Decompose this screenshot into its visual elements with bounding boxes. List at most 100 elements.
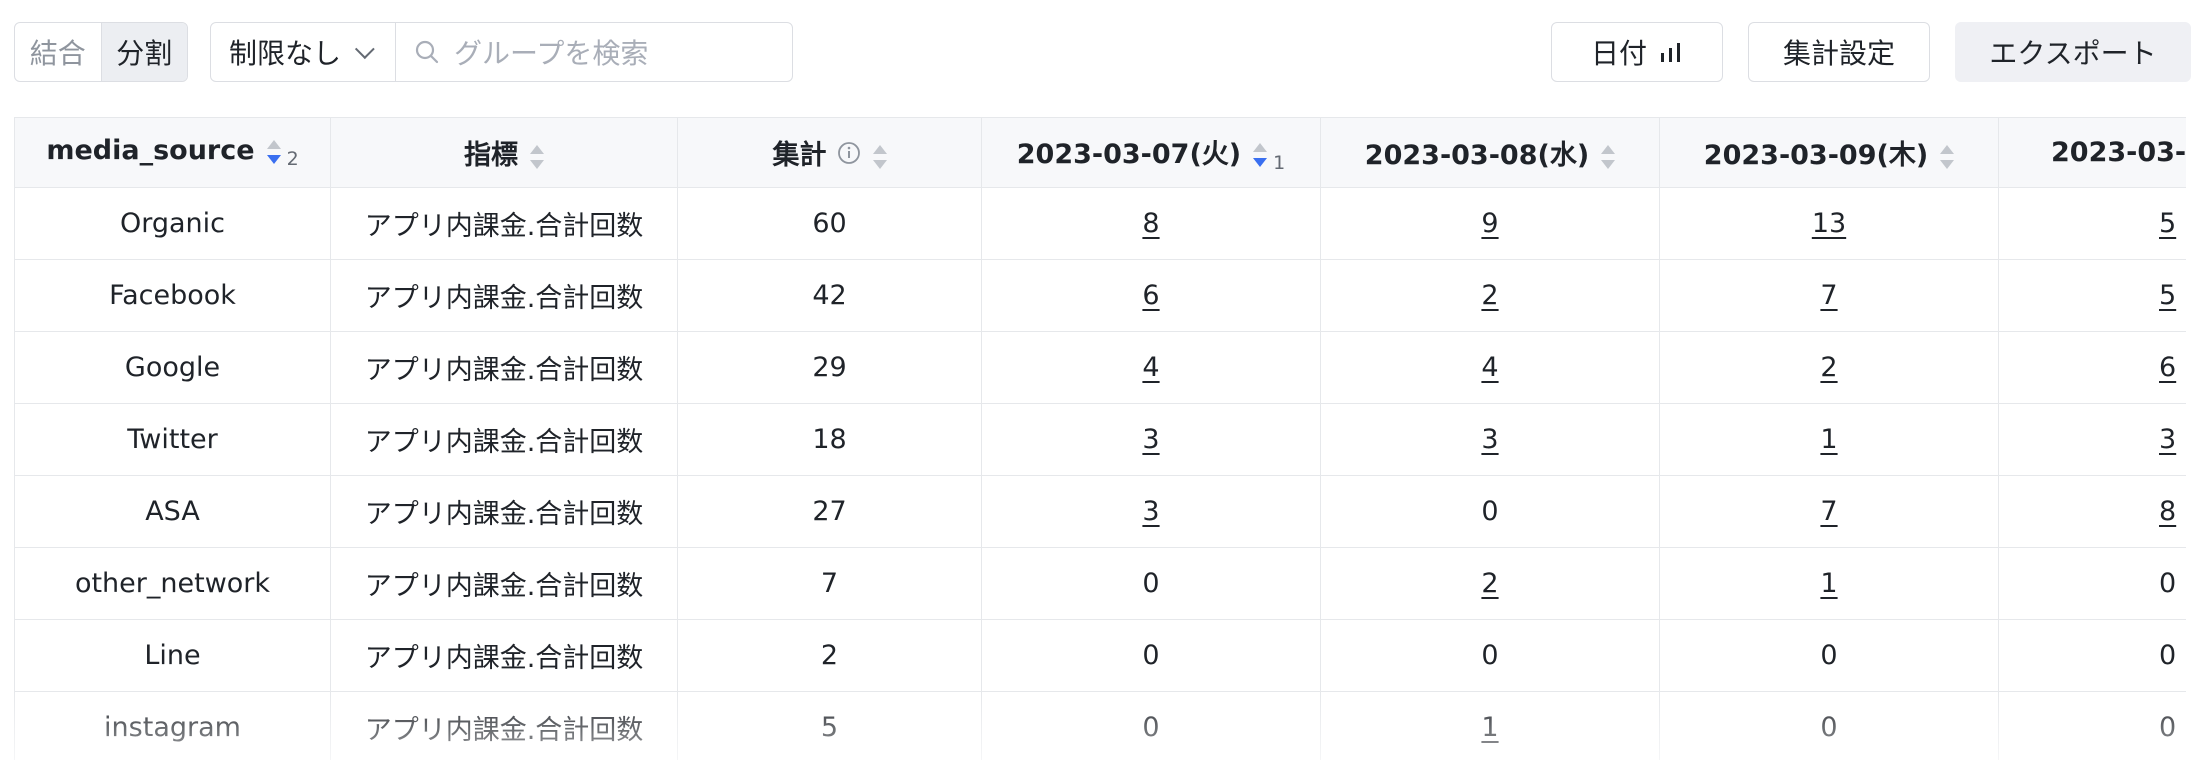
split-tab[interactable]: 分割 — [100, 23, 187, 81]
cell-link[interactable]: 4 — [1142, 352, 1159, 383]
cell-value: 29 — [812, 352, 847, 383]
cell-date-3[interactable]: 1 — [1659, 547, 1999, 620]
cell-total: 27 — [677, 475, 982, 548]
column-header-total[interactable]: 集計 — [677, 117, 982, 188]
bar-chart-icon — [1661, 43, 1680, 62]
cell-date-2: 0 — [1320, 619, 1660, 692]
cell-value: 60 — [812, 208, 847, 239]
sort-icon[interactable] — [1601, 143, 1616, 171]
cell-link[interactable]: 5 — [2159, 208, 2176, 239]
cell-total: 2 — [677, 619, 982, 692]
cell-date-3[interactable]: 7 — [1659, 475, 1999, 548]
cell-link[interactable]: 9 — [1481, 208, 1498, 239]
cell-total: 42 — [677, 259, 982, 332]
cell-value: 5 — [820, 712, 839, 743]
table-row: Line アプリ内課金.合計回数 2 0 0 0 0 — [14, 619, 2186, 692]
group-search-input[interactable]: グループを検索 — [395, 22, 793, 82]
cell-metric: アプリ内課金.合計回数 — [330, 187, 678, 260]
cell-date-1[interactable]: 3 — [981, 475, 1321, 548]
cell-date-3[interactable]: 7 — [1659, 259, 1999, 332]
cell-date-4[interactable]: 8 — [1998, 475, 2186, 548]
table-row: other_network アプリ内課金.合計回数 7 0 2 1 0 — [14, 547, 2186, 620]
column-header-date-2[interactable]: 2023-03-08(水) — [1320, 117, 1660, 188]
cell-date-1: 0 — [981, 691, 1321, 760]
export-button[interactable]: エクスポート — [1955, 22, 2191, 82]
cell-date-3: 0 — [1659, 691, 1999, 760]
cell-value: アプリ内課金.合計回数 — [364, 283, 644, 314]
table-row: ASA アプリ内課金.合計回数 27 3 0 7 8 — [14, 475, 2186, 548]
table-row: Twitter アプリ内課金.合計回数 18 3 3 1 3 — [14, 403, 2186, 476]
cell-date-3[interactable]: 1 — [1659, 403, 1999, 476]
cell-link[interactable]: 4 — [1481, 352, 1498, 383]
merge-tab[interactable]: 結合 — [15, 23, 101, 81]
cell-date-2[interactable]: 2 — [1320, 547, 1660, 620]
cell-link[interactable]: 3 — [2159, 424, 2176, 455]
cell-media-source: Facebook — [14, 259, 331, 332]
cell-value: アプリ内課金.合計回数 — [364, 715, 644, 746]
cell-link[interactable]: 6 — [2159, 352, 2176, 383]
cell-link[interactable]: 8 — [1142, 208, 1159, 239]
cell-date-3[interactable]: 13 — [1659, 187, 1999, 260]
cell-date-1[interactable]: 6 — [981, 259, 1321, 332]
cell-total: 29 — [677, 331, 982, 404]
cell-link[interactable]: 3 — [1142, 424, 1159, 455]
cell-link[interactable]: 13 — [1812, 208, 1846, 239]
sort-rank: 1 — [1273, 151, 1286, 174]
cell-date-2: 0 — [1320, 475, 1660, 548]
search-placeholder: グループを検索 — [454, 37, 649, 70]
cell-value: 0 — [1142, 712, 1160, 743]
cell-date-4[interactable]: 3 — [1998, 403, 2186, 476]
cell-date-3[interactable]: 2 — [1659, 331, 1999, 404]
cell-date-2[interactable]: 4 — [1320, 331, 1660, 404]
search-icon — [415, 40, 439, 64]
table-header-row: media_source 2 指標 集計 2023-03-07(火) 1 2023-… — [14, 117, 2186, 188]
cell-link[interactable]: 3 — [1481, 424, 1498, 455]
cell-link[interactable]: 1 — [1820, 424, 1837, 455]
cell-total: 60 — [677, 187, 982, 260]
cell-media-source: ASA — [14, 475, 331, 548]
cell-link[interactable]: 3 — [1142, 496, 1159, 527]
sort-icon[interactable] — [872, 143, 887, 171]
cell-date-1[interactable]: 8 — [981, 187, 1321, 260]
cell-date-1[interactable]: 3 — [981, 403, 1321, 476]
column-header-metric[interactable]: 指標 — [330, 117, 678, 188]
sort-icon[interactable] — [1253, 141, 1268, 169]
data-table: media_source 2 指標 集計 2023-03-07(火) 1 2023-… — [14, 117, 2186, 760]
cell-value: 0 — [1481, 640, 1499, 671]
sort-icon[interactable] — [530, 143, 544, 171]
cell-link[interactable]: 5 — [2159, 280, 2176, 311]
column-header-media-source[interactable]: media_source 2 — [14, 117, 331, 188]
column-header-date-3[interactable]: 2023-03-09(木) — [1659, 117, 1999, 188]
cell-link[interactable]: 7 — [1820, 280, 1837, 311]
column-header-date-4[interactable]: 2023-03-10 — [1998, 117, 2186, 188]
date-button-label: 日付 — [1590, 37, 1647, 70]
sort-icon[interactable] — [266, 138, 281, 166]
date-button[interactable]: 日付 — [1551, 22, 1723, 82]
aggregation-settings-button[interactable]: 集計設定 — [1748, 22, 1930, 82]
cell-date-2[interactable]: 3 — [1320, 403, 1660, 476]
info-icon[interactable] — [837, 141, 861, 172]
cell-date-4[interactable]: 6 — [1998, 331, 2186, 404]
sort-icon[interactable] — [1940, 143, 1955, 171]
cell-link[interactable]: 2 — [1481, 280, 1498, 311]
cell-date-2[interactable]: 1 — [1320, 691, 1660, 760]
cell-date-1[interactable]: 4 — [981, 331, 1321, 404]
table-row: instagram アプリ内課金.合計回数 5 0 1 0 0 — [14, 691, 2186, 760]
cell-link[interactable]: 7 — [1820, 496, 1837, 527]
cell-value: 0 — [1142, 640, 1160, 671]
cell-link[interactable]: 2 — [1820, 352, 1837, 383]
cell-date-2[interactable]: 9 — [1320, 187, 1660, 260]
cell-value: 0 — [2159, 640, 2177, 671]
cell-date-4[interactable]: 5 — [1998, 259, 2186, 332]
cell-link[interactable]: 2 — [1481, 568, 1498, 599]
cell-value: アプリ内課金.合計回数 — [364, 499, 644, 530]
cell-link[interactable]: 1 — [1481, 712, 1498, 743]
cell-date-2[interactable]: 2 — [1320, 259, 1660, 332]
limit-select[interactable]: 制限なし — [210, 22, 396, 82]
view-mode-toggle: 結合 分割 — [14, 22, 188, 82]
cell-link[interactable]: 8 — [2159, 496, 2176, 527]
cell-date-4[interactable]: 5 — [1998, 187, 2186, 260]
cell-link[interactable]: 1 — [1820, 568, 1837, 599]
column-header-date-1[interactable]: 2023-03-07(火) 1 — [981, 117, 1321, 188]
cell-link[interactable]: 6 — [1142, 280, 1159, 311]
